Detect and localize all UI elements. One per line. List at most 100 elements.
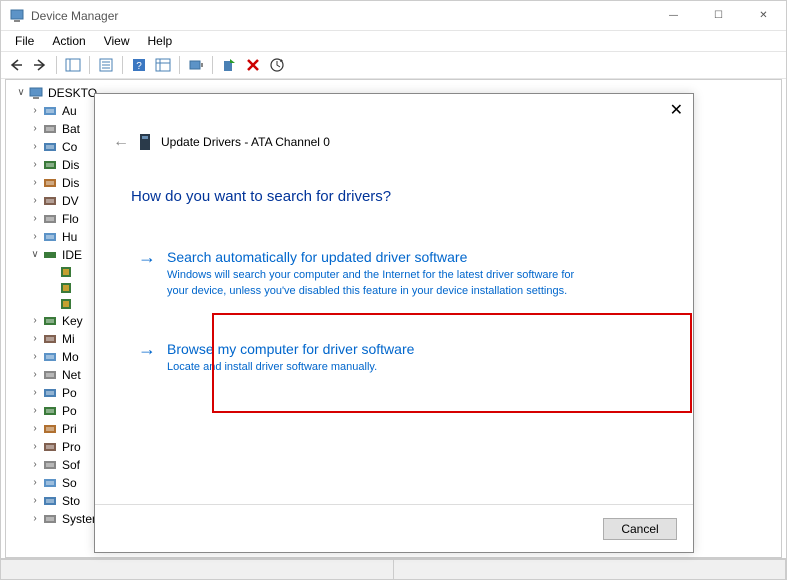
caret-right-icon[interactable]: › [30, 174, 40, 192]
device-category-icon [42, 331, 58, 347]
caret-right-icon[interactable]: › [30, 210, 40, 228]
close-button[interactable]: ✕ [741, 1, 786, 30]
caret-right-icon[interactable]: › [30, 192, 40, 210]
minimize-button[interactable]: — [651, 1, 696, 30]
caret-right-icon[interactable]: › [30, 330, 40, 348]
tree-node-label: IDE [60, 246, 82, 264]
computer-icon [28, 85, 44, 101]
caret-down-icon[interactable]: ∨ [30, 246, 40, 264]
caret-right-icon[interactable]: › [30, 348, 40, 366]
tree-node-label: Po [60, 402, 77, 420]
dialog-title: Update Drivers - ATA Channel 0 [161, 135, 330, 149]
caret-right-icon[interactable]: › [30, 384, 40, 402]
caret-right-icon[interactable]: › [30, 402, 40, 420]
controller-icon [42, 247, 58, 263]
forward-button[interactable] [29, 54, 51, 76]
tree-node-label: Co [60, 138, 77, 156]
device-category-icon [42, 103, 58, 119]
toolbar: ? [1, 51, 786, 79]
caret-right-icon[interactable]: › [30, 138, 40, 156]
properties-button[interactable] [95, 54, 117, 76]
scan-button[interactable] [152, 54, 174, 76]
device-category-icon [42, 421, 58, 437]
tree-root-label: DESKTO [46, 84, 97, 102]
caret-right-icon[interactable]: › [30, 156, 40, 174]
arrow-right-icon: → [137, 339, 157, 375]
device-category-icon [42, 313, 58, 329]
tree-node-label: Bat [60, 120, 80, 138]
device-category-icon [42, 511, 58, 527]
device-icon [137, 132, 153, 152]
menu-file[interactable]: File [7, 32, 42, 50]
device-category-icon [42, 121, 58, 137]
tree-node-label: Sto [60, 492, 80, 510]
update-driver-dialog: ✕ ← Update Drivers - ATA Channel 0 How d… [94, 93, 694, 553]
back-button[interactable] [5, 54, 27, 76]
arrow-right-icon: → [137, 247, 157, 299]
tree-node-label: Hu [60, 228, 77, 246]
uninstall-device-button[interactable] [242, 54, 264, 76]
dialog-back-button[interactable]: ← [113, 133, 129, 151]
caret-right-icon[interactable]: › [30, 102, 40, 120]
tree-node-label: DV [60, 192, 79, 210]
option-description: Windows will search your computer and th… [167, 267, 587, 299]
caret-right-icon[interactable]: › [30, 438, 40, 456]
tree-node-label: Net [60, 366, 81, 384]
scan-hardware-button[interactable] [266, 54, 288, 76]
caret-right-icon[interactable]: › [30, 456, 40, 474]
caret-right-icon[interactable]: › [30, 366, 40, 384]
device-category-icon [42, 475, 58, 491]
maximize-button[interactable]: ☐ [696, 1, 741, 30]
tree-node-label: Dis [60, 174, 79, 192]
caret-right-icon[interactable]: › [30, 474, 40, 492]
tree-node-label: Dis [60, 156, 79, 174]
caret-right-icon[interactable]: › [30, 492, 40, 510]
show-hide-tree-button[interactable] [62, 54, 84, 76]
device-category-icon [42, 211, 58, 227]
app-icon [9, 8, 25, 24]
device-category-icon [42, 457, 58, 473]
caret-right-icon[interactable]: › [30, 312, 40, 330]
device-category-icon [42, 493, 58, 509]
tree-node-label: Pro [60, 438, 81, 456]
chip-icon [58, 280, 74, 296]
device-category-icon [42, 139, 58, 155]
tree-node-label: So [60, 474, 77, 492]
tree-node-label: Po [60, 384, 77, 402]
tree-node-label: Pri [60, 420, 77, 438]
device-category-icon [42, 385, 58, 401]
tree-node-label: Mi [60, 330, 75, 348]
dialog-close-button[interactable]: ✕ [670, 100, 683, 120]
caret-right-icon[interactable]: › [30, 120, 40, 138]
tree-node-label: Sof [60, 456, 80, 474]
menubar: File Action View Help [1, 31, 786, 51]
menu-view[interactable]: View [96, 32, 138, 50]
chip-icon [58, 264, 74, 280]
caret-down-icon[interactable]: ∨ [16, 84, 26, 102]
caret-right-icon[interactable]: › [30, 510, 40, 528]
caret-right-icon[interactable]: › [30, 228, 40, 246]
device-category-icon [42, 157, 58, 173]
window-title: Device Manager [31, 9, 651, 23]
tree-node-label: Mo [60, 348, 79, 366]
menu-help[interactable]: Help [140, 32, 181, 50]
device-category-icon [42, 175, 58, 191]
option-title: Search automatically for updated driver … [167, 247, 651, 267]
enable-device-button[interactable] [218, 54, 240, 76]
device-category-icon [42, 193, 58, 209]
chip-icon [58, 296, 74, 312]
cancel-button[interactable]: Cancel [603, 518, 677, 540]
dialog-heading: How do you want to search for drivers? [131, 188, 657, 205]
caret-right-icon[interactable]: › [30, 420, 40, 438]
option-description: Locate and install driver software manua… [167, 359, 587, 375]
option-browse-computer[interactable]: → Browse my computer for driver software… [131, 331, 657, 383]
option-search-automatically[interactable]: → Search automatically for updated drive… [131, 239, 657, 307]
update-driver-button[interactable] [185, 54, 207, 76]
titlebar: Device Manager — ☐ ✕ [1, 1, 786, 31]
help-button[interactable]: ? [128, 54, 150, 76]
device-category-icon [42, 229, 58, 245]
tree-node-label: Au [60, 102, 77, 120]
device-category-icon [42, 403, 58, 419]
menu-action[interactable]: Action [44, 32, 93, 50]
svg-text:?: ? [136, 61, 142, 72]
